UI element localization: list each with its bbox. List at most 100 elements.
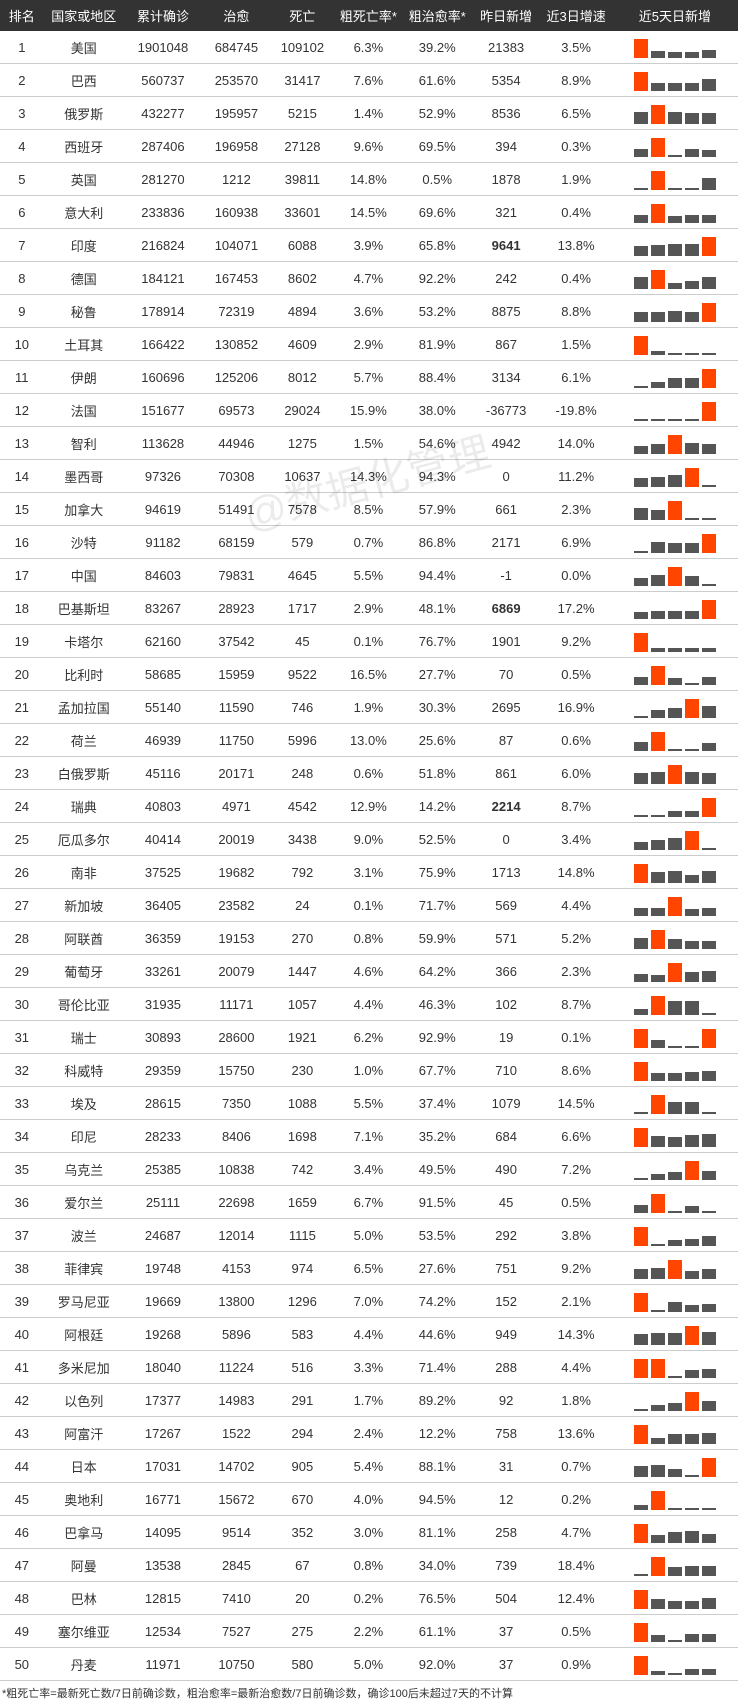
cell: 2.4% xyxy=(334,1417,403,1450)
cell: 16.5% xyxy=(334,658,403,691)
cell: 6088 xyxy=(271,229,334,262)
cell: 0.1% xyxy=(541,1021,612,1054)
cell: 16 xyxy=(0,526,44,559)
table-row: 30哥伦比亚319351117110574.4%46.3%1028.7% xyxy=(0,988,738,1021)
cell: 8536 xyxy=(472,97,541,130)
cell: 8 xyxy=(0,262,44,295)
cell: 40 xyxy=(0,1318,44,1351)
cell: 11171 xyxy=(202,988,271,1021)
cell: 乌克兰 xyxy=(44,1153,124,1186)
cell: 21383 xyxy=(472,31,541,64)
cell: 0.6% xyxy=(334,757,403,790)
cell: 949 xyxy=(472,1318,541,1351)
sparkline-cell xyxy=(612,1252,738,1285)
cell: 10 xyxy=(0,328,44,361)
cell: 0.8% xyxy=(334,1549,403,1582)
sparkline-cell xyxy=(612,1549,738,1582)
cell: 36 xyxy=(0,1186,44,1219)
cell: 4.7% xyxy=(334,262,403,295)
cell: 1088 xyxy=(271,1087,334,1120)
cell: 31 xyxy=(472,1450,541,1483)
table-row: 11伊朗16069612520680125.7%88.4%31346.1% xyxy=(0,361,738,394)
cell: 65.8% xyxy=(403,229,472,262)
cell: 178914 xyxy=(124,295,202,328)
cell: 1447 xyxy=(271,955,334,988)
table-row: 41多米尼加18040112245163.3%71.4%2884.4% xyxy=(0,1351,738,1384)
cell: 巴西 xyxy=(44,64,124,97)
cell: 1275 xyxy=(271,427,334,460)
cell: 15672 xyxy=(202,1483,271,1516)
table-row: 28阿联酋36359191532700.8%59.9%5715.2% xyxy=(0,922,738,955)
cell: 670 xyxy=(271,1483,334,1516)
cell: 270 xyxy=(271,922,334,955)
cell: 14.0% xyxy=(541,427,612,460)
cell: 土耳其 xyxy=(44,328,124,361)
cell: 109102 xyxy=(271,31,334,64)
cell: 287406 xyxy=(124,130,202,163)
cell: 661 xyxy=(472,493,541,526)
cell: 4.4% xyxy=(541,889,612,922)
cell: 14.3% xyxy=(541,1318,612,1351)
sparkline-cell xyxy=(612,361,738,394)
cell: 5.0% xyxy=(334,1648,403,1681)
sparkline-cell xyxy=(612,262,738,295)
cell: 1713 xyxy=(472,856,541,889)
cell: 125206 xyxy=(202,361,271,394)
sparkline-cell xyxy=(612,592,738,625)
cell: 19 xyxy=(0,625,44,658)
cell: 4971 xyxy=(202,790,271,823)
cell: 12.9% xyxy=(334,790,403,823)
cell: 684745 xyxy=(202,31,271,64)
cell: 美国 xyxy=(44,31,124,64)
cell: 6.6% xyxy=(541,1120,612,1153)
column-header: 粗死亡率* xyxy=(334,0,403,31)
cell: 37 xyxy=(472,1648,541,1681)
cell: 9.6% xyxy=(334,130,403,163)
cell: 36359 xyxy=(124,922,202,955)
cell: 230 xyxy=(271,1054,334,1087)
cell: 42 xyxy=(0,1384,44,1417)
cell: 4.7% xyxy=(541,1516,612,1549)
cell: 13538 xyxy=(124,1549,202,1582)
sparkline-cell xyxy=(612,1153,738,1186)
cell: 69.6% xyxy=(403,196,472,229)
cell: 758 xyxy=(472,1417,541,1450)
cell: -1 xyxy=(472,559,541,592)
cell: 2171 xyxy=(472,526,541,559)
cell: 46.3% xyxy=(403,988,472,1021)
table-row: 37波兰246871201411155.0%53.5%2923.8% xyxy=(0,1219,738,1252)
sparkline-cell xyxy=(612,328,738,361)
cell: 37 xyxy=(472,1615,541,1648)
cell: 53.5% xyxy=(403,1219,472,1252)
cell: 8.6% xyxy=(541,1054,612,1087)
table-row: 22荷兰4693911750599613.0%25.6%870.6% xyxy=(0,724,738,757)
cell: 33 xyxy=(0,1087,44,1120)
sparkline-cell xyxy=(612,64,738,97)
cell: 法国 xyxy=(44,394,124,427)
cell: 4.4% xyxy=(541,1351,612,1384)
cell: 19268 xyxy=(124,1318,202,1351)
cell: 17267 xyxy=(124,1417,202,1450)
cell: 阿根廷 xyxy=(44,1318,124,1351)
cell: 埃及 xyxy=(44,1087,124,1120)
cell: 28615 xyxy=(124,1087,202,1120)
cell: 0.5% xyxy=(403,163,472,196)
cell: 739 xyxy=(472,1549,541,1582)
cell: 6.3% xyxy=(334,31,403,64)
table-row: 42以色列17377149832911.7%89.2%921.8% xyxy=(0,1384,738,1417)
cell: 10637 xyxy=(271,460,334,493)
sparkline-cell xyxy=(612,130,738,163)
cell: 12.4% xyxy=(541,1582,612,1615)
cell: 3.0% xyxy=(334,1516,403,1549)
cell: 1057 xyxy=(271,988,334,1021)
cell: 11750 xyxy=(202,724,271,757)
cell: 4609 xyxy=(271,328,334,361)
cell: 94.5% xyxy=(403,1483,472,1516)
column-header: 排名 xyxy=(0,0,44,31)
cell: 28600 xyxy=(202,1021,271,1054)
table-row: 9秘鲁1789147231948943.6%53.2%88758.8% xyxy=(0,295,738,328)
cell: 9514 xyxy=(202,1516,271,1549)
cell: 6.5% xyxy=(334,1252,403,1285)
cell: 94.3% xyxy=(403,460,472,493)
cell: 2.3% xyxy=(541,955,612,988)
